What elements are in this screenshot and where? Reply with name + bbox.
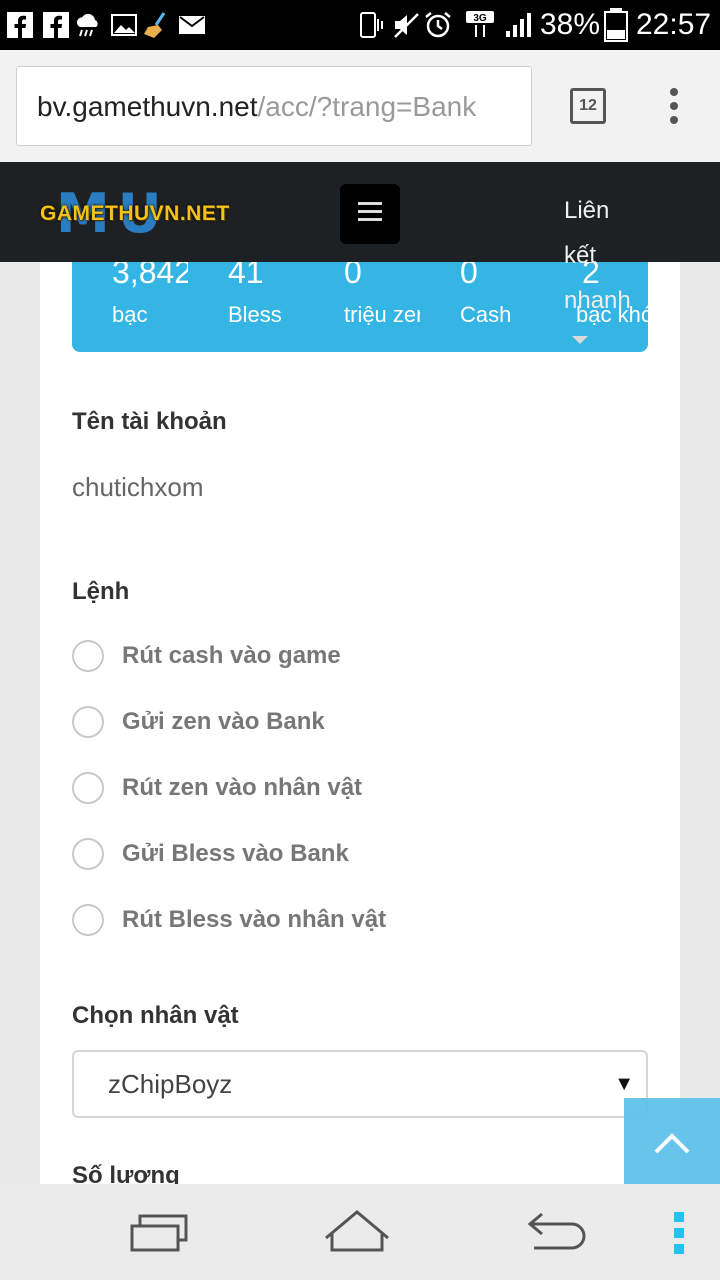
mute-icon: [394, 13, 419, 38]
stat-cash: 0 Cash: [460, 262, 536, 352]
url-path: /acc/?trang=Bank: [257, 91, 477, 122]
network-3g-icon: 3G: [466, 11, 494, 37]
radio-button[interactable]: [72, 772, 104, 804]
alarm-icon: [425, 12, 451, 38]
home-icon[interactable]: [322, 1204, 392, 1260]
stat-bless: 41 Bless: [228, 262, 304, 352]
main-content: 3,842 bạc 41 Bless 0 triệu zen 0 Cash 2 …: [40, 262, 680, 1184]
facebook-icon: [43, 12, 69, 39]
stat-zen: 0 triệu zen: [344, 262, 420, 352]
tab-switcher-button[interactable]: 12: [570, 88, 606, 124]
overflow-menu-icon[interactable]: [666, 88, 682, 128]
url-bar[interactable]: bv.gamethuvn.net/acc/?trang=Bank: [16, 66, 532, 146]
image-icon: [111, 14, 137, 36]
stat-bac: 3,842 bạc: [112, 262, 188, 352]
mail-icon: [179, 16, 205, 34]
stat-label: Bless: [228, 302, 282, 327]
stat-value: 41: [228, 262, 264, 290]
account-value: chutichxom: [72, 472, 204, 502]
stats-panel: 3,842 bạc 41 Bless 0 triệu zen 0 Cash 2 …: [72, 262, 648, 352]
signal-icon: [506, 13, 531, 37]
vibrate-icon: [360, 12, 383, 38]
radio-label[interactable]: Gửi zen vào Bank: [122, 706, 325, 738]
caret-down-icon: [572, 336, 588, 344]
weather-icon: [76, 13, 98, 37]
character-label: Chọn nhân vật: [72, 1002, 239, 1029]
url-domain: bv.gamethuvn.net: [37, 91, 258, 122]
status-bar: 3G 38% 22:57: [0, 0, 720, 50]
stat-label: triệu zen: [344, 302, 420, 327]
command-label: Lệnh: [72, 578, 130, 605]
chevron-up-icon: [654, 1133, 690, 1154]
account-label: Tên tài khoản: [72, 408, 227, 435]
radio-label[interactable]: Rút Bless vào nhân vật: [122, 904, 386, 936]
site-logo[interactable]: MU GAMETHUVN.NET: [40, 186, 280, 242]
radio-button[interactable]: [72, 706, 104, 738]
back-icon[interactable]: [524, 1204, 594, 1260]
recent-apps-icon[interactable]: [124, 1204, 194, 1260]
facebook-icon: [7, 12, 33, 39]
menu-icon[interactable]: [674, 1212, 686, 1256]
stat-value: 3,842: [112, 262, 188, 290]
radio-button[interactable]: [72, 640, 104, 672]
logo-text: GAMETHUVN.NET: [40, 202, 230, 225]
back-to-top-button[interactable]: [624, 1098, 720, 1184]
radio-button[interactable]: [72, 838, 104, 870]
radio-label[interactable]: Rút cash vào game: [122, 640, 341, 672]
stat-value: 0: [460, 262, 478, 290]
quantity-label: Số lượng: [72, 1162, 180, 1184]
system-nav-bar: [0, 1184, 720, 1280]
radio-label[interactable]: Rút zen vào nhân vật: [122, 772, 362, 804]
character-select[interactable]: zChipBoyz ▼: [72, 1050, 648, 1118]
quick-link-dropdown[interactable]: Liên kết nhanh: [564, 188, 714, 323]
battery-percent: 38%: [540, 8, 601, 41]
character-select-value: zChipBoyz: [108, 1069, 233, 1099]
clock: 22:57: [636, 8, 712, 41]
stat-label: Cash: [460, 302, 512, 327]
battery-icon: [604, 8, 628, 42]
radio-button[interactable]: [72, 904, 104, 936]
svg-text:3G: 3G: [473, 13, 487, 24]
stat-value: 0: [344, 262, 362, 290]
stat-label: bạc: [112, 302, 148, 327]
radio-label[interactable]: Gửi Bless vào Bank: [122, 838, 349, 870]
hamburger-menu-icon[interactable]: [340, 184, 400, 244]
browser-toolbar: bv.gamethuvn.net/acc/?trang=Bank 12: [0, 50, 720, 162]
broom-icon: [144, 12, 166, 38]
